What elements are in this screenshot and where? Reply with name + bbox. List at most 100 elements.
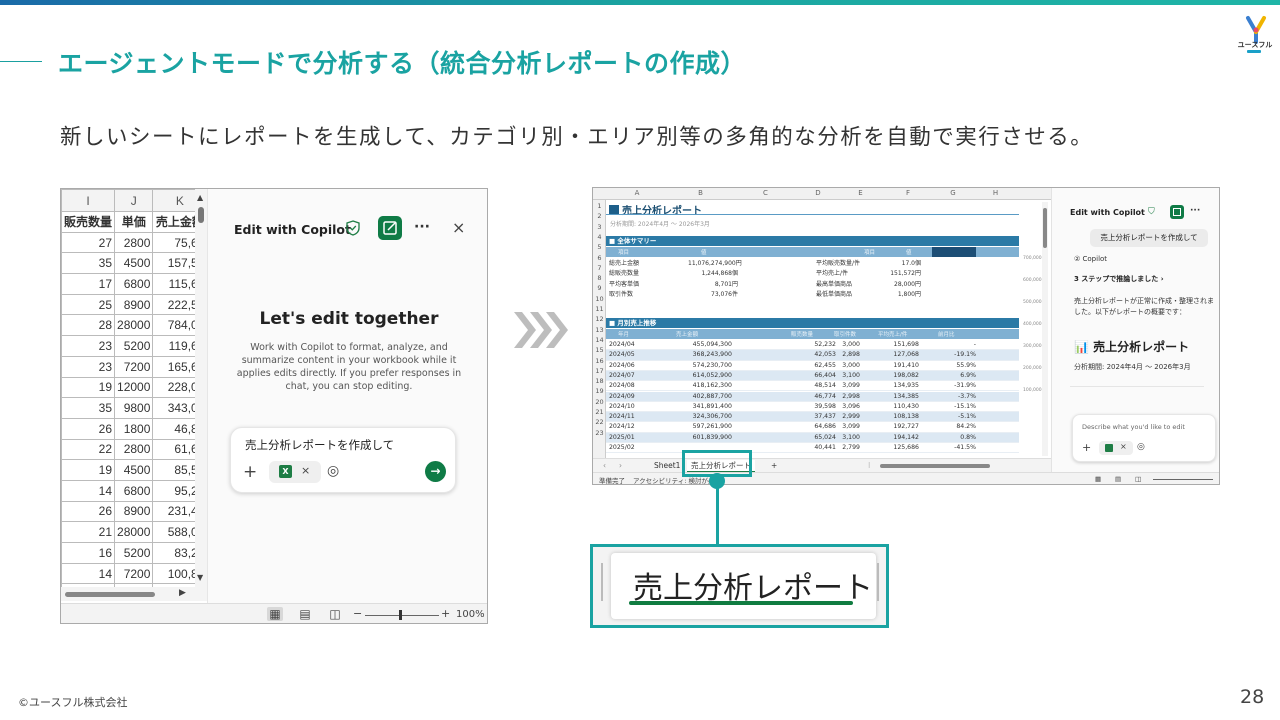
close-icon[interactable]: × [452, 218, 465, 237]
table-cell[interactable]: 6800 [114, 479, 154, 502]
monthly-cell[interactable]: 134,385 [862, 393, 919, 400]
table-cell[interactable]: 16 [61, 542, 116, 564]
monthly-cell[interactable]: 110,430 [862, 403, 919, 410]
monthly-cell[interactable]: 2024/08 [609, 382, 649, 389]
table-cell[interactable]: 28000 [114, 521, 154, 543]
column-header-cell[interactable]: D [798, 189, 838, 197]
table-cell[interactable]: 22 [61, 438, 116, 461]
monthly-cell[interactable]: 192,727 [862, 423, 919, 430]
monthly-cell[interactable]: 2024/04 [609, 341, 649, 348]
add-sheet-button[interactable]: + [771, 461, 777, 470]
monthly-cell[interactable]: -15.1% [931, 403, 976, 410]
monthly-cell[interactable]: 3,099 [822, 423, 860, 430]
edit-mode-icon[interactable] [378, 216, 402, 240]
monthly-cell[interactable]: 2025/02 [609, 444, 649, 451]
table-cell[interactable]: 28 [61, 314, 116, 337]
row-header-cell[interactable]: 10 [593, 295, 606, 303]
table-cell[interactable]: 4500 [114, 252, 154, 275]
scroll-thumb[interactable] [1043, 208, 1047, 248]
monthly-cell[interactable]: 3,100 [822, 372, 860, 379]
monthly-cell[interactable]: 194,142 [862, 434, 919, 441]
monthly-cell[interactable]: 2025/01 [609, 434, 649, 441]
table-cell[interactable]: 27 [61, 231, 116, 254]
monthly-cell[interactable]: 191,410 [862, 362, 919, 369]
normal-view-icon[interactable]: ▦ [1095, 475, 1101, 483]
scroll-up-icon[interactable]: ▲ [197, 193, 203, 202]
page-layout-icon[interactable]: ▤ [1115, 475, 1121, 483]
scroll-thumb[interactable] [198, 207, 204, 223]
table-cell[interactable]: 1800 [114, 417, 154, 440]
row-header-cell[interactable]: 23 [593, 429, 606, 437]
add-icon[interactable]: + [1082, 441, 1091, 454]
row-header-cell[interactable]: 7 [593, 264, 606, 272]
globe-icon[interactable]: ◎ [1137, 442, 1145, 452]
row-header-cell[interactable]: 13 [593, 326, 606, 334]
row-header-cell[interactable]: 8 [593, 274, 606, 282]
column-header-cell[interactable]: J [114, 189, 154, 212]
table-header-cell[interactable]: 販売数量 [61, 211, 116, 233]
tab-split-handle[interactable]: ⁝ [868, 461, 870, 470]
monthly-cell[interactable]: 418,162,300 [676, 382, 732, 389]
table-cell[interactable]: 23 [61, 355, 116, 378]
monthly-cell[interactable]: 0.8% [931, 434, 976, 441]
sheet-tab-sheet1[interactable]: Sheet1 [654, 461, 680, 470]
table-cell[interactable]: 8900 [114, 500, 154, 523]
row-header-cell[interactable]: 11 [593, 305, 606, 313]
monthly-cell[interactable]: 2024/07 [609, 372, 649, 379]
table-cell[interactable]: 8900 [114, 293, 154, 316]
next-sheet-icon[interactable]: › [619, 461, 622, 470]
monthly-cell[interactable]: 2,998 [822, 393, 860, 400]
column-header-cell[interactable]: G [933, 189, 973, 197]
left-horizontal-scrollbar[interactable]: ▶ [61, 587, 207, 601]
table-cell[interactable]: 25 [61, 293, 116, 316]
table-cell[interactable]: 2800 [114, 231, 154, 254]
row-header-cell[interactable]: 15 [593, 346, 606, 354]
column-header-cell[interactable]: A [606, 189, 668, 197]
monthly-cell[interactable]: -19.1% [931, 351, 976, 358]
monthly-cell[interactable]: -5.1% [931, 413, 976, 420]
table-cell[interactable]: 14 [61, 479, 116, 502]
table-cell[interactable]: 23 [61, 335, 116, 357]
hscroll-thumb[interactable] [880, 464, 990, 468]
row-header-cell[interactable]: 4 [593, 233, 606, 241]
monthly-cell[interactable]: 3,000 [822, 341, 860, 348]
shield-icon[interactable] [346, 220, 360, 236]
table-cell[interactable]: 17 [61, 273, 116, 295]
monthly-cell[interactable]: - [931, 341, 976, 348]
table-cell[interactable]: 14 [61, 562, 116, 585]
zoom-slider[interactable] [365, 615, 439, 616]
scroll-down-icon[interactable]: ▼ [197, 573, 203, 582]
monthly-cell[interactable]: 368,243,900 [676, 351, 732, 358]
page-break-icon[interactable]: ◫ [327, 607, 343, 621]
table-cell[interactable]: 12000 [114, 376, 154, 399]
monthly-cell[interactable]: 2024/06 [609, 362, 649, 369]
monthly-cell[interactable]: -31.9% [931, 382, 976, 389]
table-cell[interactable]: 2800 [114, 438, 154, 461]
row-header-cell[interactable]: 20 [593, 398, 606, 406]
monthly-cell[interactable]: 2,898 [822, 351, 860, 358]
row-header-cell[interactable]: 14 [593, 336, 606, 344]
monthly-cell[interactable]: 6.9% [931, 372, 976, 379]
row-header-cell[interactable]: 16 [593, 357, 606, 365]
monthly-cell[interactable]: 3,100 [822, 434, 860, 441]
row-header-cell[interactable]: 1 [593, 202, 606, 210]
monthly-cell[interactable]: 402,887,700 [676, 393, 732, 400]
table-cell[interactable]: 26 [61, 417, 116, 440]
monthly-cell[interactable]: 2024/10 [609, 403, 649, 410]
table-cell[interactable]: 7200 [114, 355, 154, 378]
column-header-cell[interactable]: F [883, 189, 933, 197]
table-cell[interactable]: 19 [61, 376, 116, 399]
hscroll-thumb[interactable] [65, 592, 155, 597]
monthly-cell[interactable]: 2024/05 [609, 351, 649, 358]
monthly-cell[interactable]: 455,094,300 [676, 341, 732, 348]
prev-sheet-icon[interactable]: ‹ [603, 461, 606, 470]
more-options-icon[interactable]: ··· [1190, 206, 1200, 216]
column-header-cell[interactable]: B [668, 189, 733, 197]
table-cell[interactable]: 7200 [114, 562, 154, 585]
row-header-cell[interactable]: 2 [593, 212, 606, 220]
table-cell[interactable]: 5200 [114, 542, 154, 564]
table-cell[interactable]: 4500 [114, 459, 154, 481]
zoom-in-icon[interactable]: + [441, 607, 450, 620]
table-cell[interactable]: 19 [61, 459, 116, 481]
monthly-cell[interactable]: 84.2% [931, 423, 976, 430]
